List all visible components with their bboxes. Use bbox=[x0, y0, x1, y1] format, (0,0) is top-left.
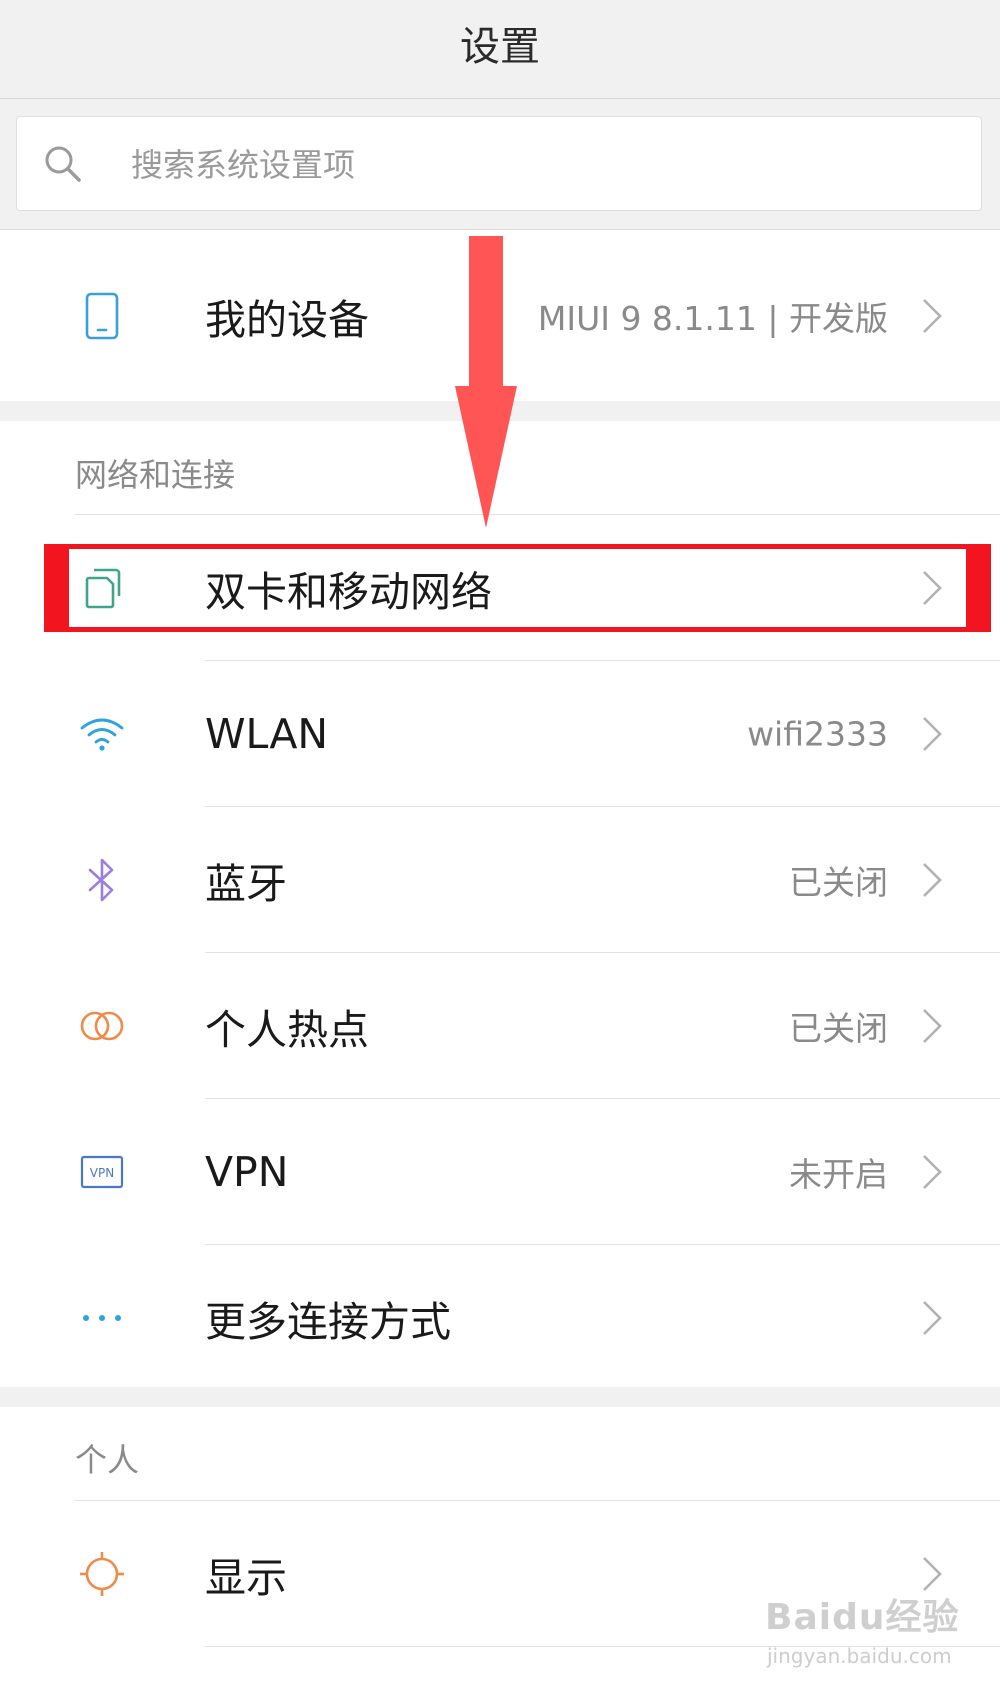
chevron-right-icon bbox=[923, 570, 942, 605]
network-section: 网络和连接 双卡和移动网络 WLAN wifi2333 蓝牙 已关闭 个人热点 … bbox=[0, 421, 1000, 1387]
more-dots-icon bbox=[72, 1288, 132, 1348]
baidu-watermark: Baidu经验 jingyan.baidu.com bbox=[765, 1588, 985, 1688]
display-label: 显示 bbox=[205, 1553, 287, 1602]
search-area bbox=[0, 99, 1000, 230]
bluetooth-status: 已关闭 bbox=[789, 862, 888, 902]
hotspot-status: 已关闭 bbox=[789, 1008, 888, 1048]
vpn-label: VPN bbox=[205, 1147, 289, 1196]
bluetooth-label: 蓝牙 bbox=[205, 859, 287, 908]
section-header-network: 网络和连接 bbox=[75, 456, 236, 494]
hotspot-icon bbox=[72, 996, 132, 1056]
my-device-row[interactable]: 我的设备 MIUI 9 8.1.11 | 开发版 bbox=[0, 236, 1000, 396]
section-header-personal: 个人 bbox=[75, 1441, 140, 1479]
search-box[interactable] bbox=[16, 116, 982, 211]
search-icon bbox=[45, 146, 81, 182]
vpn-icon-text: VPN bbox=[90, 1166, 114, 1180]
title-bar: 设置 bbox=[0, 0, 1000, 99]
more-connections-label: 更多连接方式 bbox=[205, 1297, 451, 1346]
chevron-right-icon bbox=[923, 862, 942, 897]
brightness-icon bbox=[72, 1544, 132, 1604]
chevron-right-icon bbox=[923, 299, 942, 333]
vpn-row[interactable]: VPN VPN 未开启 bbox=[0, 1099, 1000, 1244]
hotspot-label: 个人热点 bbox=[205, 1005, 369, 1054]
wifi-icon bbox=[72, 704, 132, 764]
search-input[interactable] bbox=[129, 137, 933, 193]
watermark-brand: Baidu经验 bbox=[765, 1597, 960, 1638]
bluetooth-icon bbox=[72, 850, 132, 910]
wlan-row[interactable]: WLAN wifi2333 bbox=[0, 661, 1000, 806]
phone-icon bbox=[72, 286, 132, 346]
device-card: 我的设备 MIUI 9 8.1.11 | 开发版 bbox=[0, 230, 1000, 401]
sim-mobile-network-label: 双卡和移动网络 bbox=[205, 567, 492, 616]
my-device-label: 我的设备 bbox=[205, 296, 369, 344]
chevron-right-icon bbox=[923, 1008, 942, 1043]
hotspot-row[interactable]: 个人热点 已关闭 bbox=[0, 953, 1000, 1098]
bluetooth-row[interactable]: 蓝牙 已关闭 bbox=[0, 807, 1000, 952]
miui-version: MIUI 9 8.1.11 | 开发版 bbox=[537, 299, 888, 338]
chevron-right-icon bbox=[923, 1154, 942, 1189]
dual-sim-icon bbox=[72, 558, 132, 618]
page-title: 设置 bbox=[460, 24, 540, 70]
watermark-url: jingyan.baidu.com bbox=[767, 1644, 952, 1668]
vpn-status: 未开启 bbox=[789, 1154, 888, 1194]
vpn-icon: VPN bbox=[72, 1142, 132, 1202]
wlan-label: WLAN bbox=[205, 709, 329, 758]
sim-mobile-network-row[interactable]: 双卡和移动网络 bbox=[0, 515, 1000, 660]
wlan-status: wifi2333 bbox=[747, 714, 888, 753]
chevron-right-icon bbox=[923, 716, 942, 751]
chevron-right-icon bbox=[923, 1300, 942, 1335]
more-connections-row[interactable]: 更多连接方式 bbox=[0, 1245, 1000, 1390]
